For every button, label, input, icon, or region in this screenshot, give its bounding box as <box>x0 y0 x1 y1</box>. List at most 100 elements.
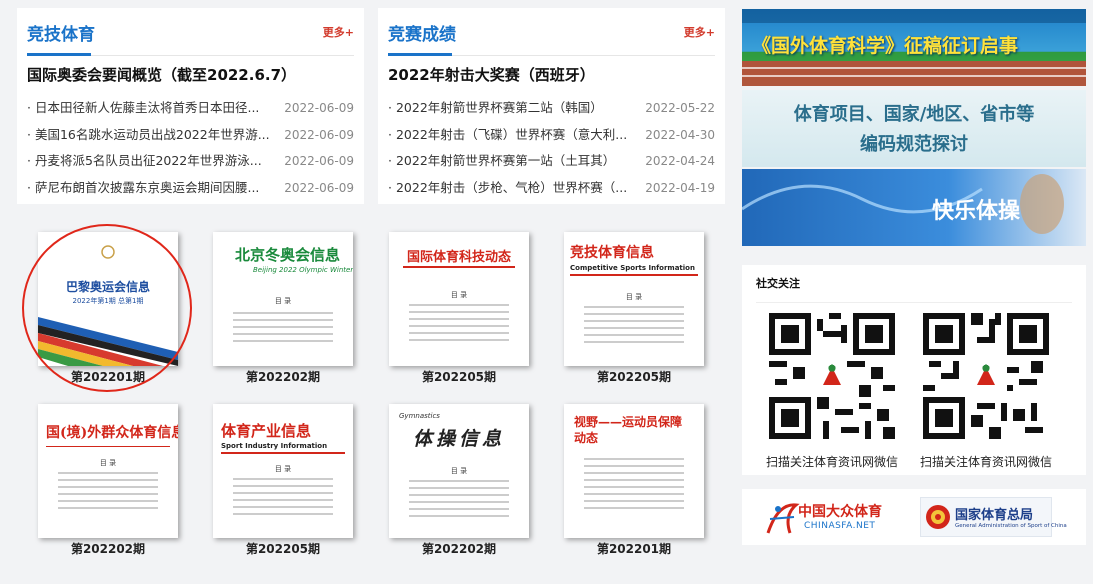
item-title[interactable]: 萨尼布朗首次披露东京奥运会期间因腰... <box>27 175 272 202</box>
list-item[interactable]: 2022年射击（飞碟）世界杯赛（意大利... 2022-04-30 <box>388 122 715 149</box>
cover-subtitle: 2022年第1期 总第1期 <box>72 297 144 305</box>
magazine-cover[interactable]: 北京冬奥会信息 Beijing 2022 Olympic Winter Game… <box>213 232 353 366</box>
magazine-beijing-winter[interactable]: 北京冬奥会信息 Beijing 2022 Olympic Winter Game… <box>213 232 353 385</box>
chinasfa-domain: CHINASFA.NET <box>804 521 876 531</box>
banner-line2: 编码规范探讨 <box>860 134 968 155</box>
item-date: 2022-06-09 <box>284 154 354 168</box>
qr-block-2: 扫描关注体育资讯网微信 <box>916 313 1056 470</box>
cover-title: 北京冬奥会信息 <box>235 246 341 264</box>
item-date: 2022-04-24 <box>645 154 715 168</box>
magazine-cover[interactable]: 巴黎奥运会信息 2022年第1期 总第1期 <box>38 232 178 366</box>
banner-happy-gymnastics[interactable]: 快乐体操 <box>742 169 1086 246</box>
panel-header: 竞技体育 更多+ <box>27 18 354 56</box>
magazine-caption[interactable]: 第202202期 <box>38 541 178 557</box>
item-title[interactable]: 日本田径新人佐藤圭汰将首秀日本田径... <box>27 95 272 122</box>
banner-title: 《国外体育科学》征稿征订启事 <box>752 35 1019 57</box>
news-list: 日本田径新人佐藤圭汰将首秀日本田径... 2022-06-09 美国16名跳水运动… <box>27 95 354 201</box>
cover-subtitle: Competitive Sports Information <box>570 264 695 272</box>
gas-logo-link[interactable]: 国家体育总局 General Administration of Sport o… <box>920 497 1067 537</box>
panel-title[interactable]: 竞赛成绩 <box>388 18 456 45</box>
chinasfa-name: 中国大众体育 <box>798 504 882 520</box>
wechat-qr-code <box>923 313 1049 439</box>
item-date: 2022-06-09 <box>284 127 354 142</box>
cover-subtitle: Sport Industry Information <box>221 442 328 450</box>
more-link[interactable]: 更多+ <box>323 18 354 40</box>
more-link[interactable]: 更多+ <box>684 18 715 40</box>
magazine-caption[interactable]: 第202205期 <box>389 369 529 385</box>
news-list: 2022年射箭世界杯赛第二站（韩国） 2022-05-22 2022年射击（飞碟）… <box>388 95 715 201</box>
toc-lines <box>584 306 684 348</box>
cover-title: 国(境)外群众体育信息 <box>46 425 178 441</box>
toc-lines <box>233 312 333 347</box>
social-title: 社交关注 <box>756 275 1072 303</box>
toc-lines <box>409 304 509 346</box>
headline-link[interactable]: 2022年射击大奖赛（西班牙） <box>388 64 715 85</box>
item-date: 2022-06-09 <box>284 101 354 115</box>
magazine-athlete-support[interactable]: 视野——运动员保障动态 第202201期 <box>564 404 704 557</box>
item-title[interactable]: 2022年射箭世界杯赛第二站（韩国） <box>388 95 633 122</box>
item-date: 2022-06-09 <box>284 180 354 195</box>
list-item[interactable]: 2022年射击（步枪、气枪）世界杯赛（... 2022-04-19 <box>388 175 715 202</box>
banner-journal-call[interactable]: 《国外体育科学》征稿征订启事 <box>742 9 1086 86</box>
list-item[interactable]: 2022年射箭世界杯赛第一站（土耳其） 2022-04-24 <box>388 148 715 175</box>
magazine-cover[interactable]: 国(境)外群众体育信息 目 录 <box>38 404 178 538</box>
magazine-caption[interactable]: 第202201期 <box>38 369 178 385</box>
panel-header: 竞赛成绩 更多+ <box>388 18 715 56</box>
magazine-caption[interactable]: 第202201期 <box>564 541 704 557</box>
magazine-caption[interactable]: 第202202期 <box>389 541 529 557</box>
magazine-paris-olympics[interactable]: 巴黎奥运会信息 2022年第1期 总第1期 第202201期 <box>38 232 178 385</box>
cover-title: 体育产业信息 <box>221 422 312 440</box>
item-date: 2022-04-30 <box>645 127 715 142</box>
qr-block-1: 扫描关注体育资讯网微信 <box>762 313 902 470</box>
toc-lines <box>409 480 509 522</box>
list-item[interactable]: 萨尼布朗首次披露东京奥运会期间因腰... 2022-06-09 <box>27 175 354 202</box>
title-underline <box>388 53 452 56</box>
title-underline <box>27 53 91 56</box>
magazine-gymnastics[interactable]: Gymnastics 体操信息 目 录 第202202期 <box>389 404 529 557</box>
magazine-cover[interactable]: 视野——运动员保障动态 <box>564 404 704 538</box>
item-title[interactable]: 丹麦将派5名队员出征2022年世界游泳... <box>27 148 272 175</box>
banner-title: 快乐体操 <box>932 199 1021 224</box>
cover-rule <box>221 452 345 454</box>
toc-label: 目 录 <box>625 293 643 301</box>
toc-label: 目 录 <box>450 467 468 475</box>
toc-label: 目 录 <box>274 297 292 305</box>
page: 竞技体育 更多+ 国际奥委会要闻概览（截至2022.6.7） 日本田径新人佐藤圭… <box>0 0 1093 584</box>
magazine-intl-tech[interactable]: 国际体育科技动态 目 录 第202205期 <box>389 232 529 385</box>
magazine-caption[interactable]: 第202202期 <box>213 369 353 385</box>
toc-lines <box>58 472 158 514</box>
qr-caption: 扫描关注体育资讯网微信 <box>765 455 898 469</box>
list-item[interactable]: 丹麦将派5名队员出征2022年世界游泳... 2022-06-09 <box>27 148 354 175</box>
item-title[interactable]: 2022年射箭世界杯赛第一站（土耳其） <box>388 148 633 175</box>
chinasfa-logo-link[interactable]: 中国大众体育 CHINASFA.NET <box>764 497 896 537</box>
cover-subtitle: Gymnastics <box>399 412 440 420</box>
magazine-sport-industry[interactable]: 体育产业信息 Sport Industry Information 目 录 第2… <box>213 404 353 557</box>
magazine-competitive-sports[interactable]: 竞技体育信息 Competitive Sports Information 目 … <box>564 232 704 385</box>
magazine-cover[interactable]: 国际体育科技动态 目 录 <box>389 232 529 366</box>
magazine-caption[interactable]: 第202205期 <box>213 541 353 557</box>
toc-label: 目 录 <box>99 459 117 467</box>
cover-rule <box>570 274 698 276</box>
magazine-caption[interactable]: 第202205期 <box>564 369 704 385</box>
results-news-panel: 竞赛成绩 更多+ 2022年射击大奖赛（西班牙） 2022年射箭世界杯赛第二站（… <box>378 8 725 204</box>
list-item[interactable]: 美国16名跳水运动员出战2022年世界游... 2022-06-09 <box>27 122 354 149</box>
banner-coding-standard[interactable]: 体育项目、国家/地区、省市等 编码规范探讨 <box>742 90 1086 167</box>
list-item[interactable]: 2022年射箭世界杯赛第二站（韩国） 2022-05-22 <box>388 95 715 122</box>
panel-title[interactable]: 竞技体育 <box>27 18 95 45</box>
item-title[interactable]: 2022年射击（飞碟）世界杯赛（意大利... <box>388 122 633 149</box>
magazine-foreign-mass-sports[interactable]: 国(境)外群众体育信息 目 录 第202202期 <box>38 404 178 557</box>
banner-line1: 体育项目、国家/地区、省市等 <box>793 104 1035 125</box>
cover-title: 国际体育科技动态 <box>406 250 511 265</box>
item-title[interactable]: 2022年射击（步枪、气枪）世界杯赛（... <box>388 175 633 202</box>
magazine-cover[interactable]: 体育产业信息 Sport Industry Information 目 录 <box>213 404 353 538</box>
list-item[interactable]: 日本田径新人佐藤圭汰将首秀日本田径... 2022-06-09 <box>27 95 354 122</box>
headline-link[interactable]: 国际奥委会要闻概览（截至2022.6.7） <box>27 64 354 85</box>
cover-subtitle: Beijing 2022 Olympic Winter Games <box>253 266 353 274</box>
item-date: 2022-04-19 <box>645 180 715 195</box>
magazine-cover[interactable]: Gymnastics 体操信息 目 录 <box>389 404 529 538</box>
gas-name: 国家体育总局 <box>955 508 1034 523</box>
magazine-cover[interactable]: 竞技体育信息 Competitive Sports Information 目 … <box>564 232 704 366</box>
social-follow-panel: 社交关注 扫描关注体育资讯网微信 扫描关注体育资讯网微信 <box>742 265 1086 475</box>
cover-rule <box>403 266 515 268</box>
item-title[interactable]: 美国16名跳水运动员出战2022年世界游... <box>27 122 272 149</box>
